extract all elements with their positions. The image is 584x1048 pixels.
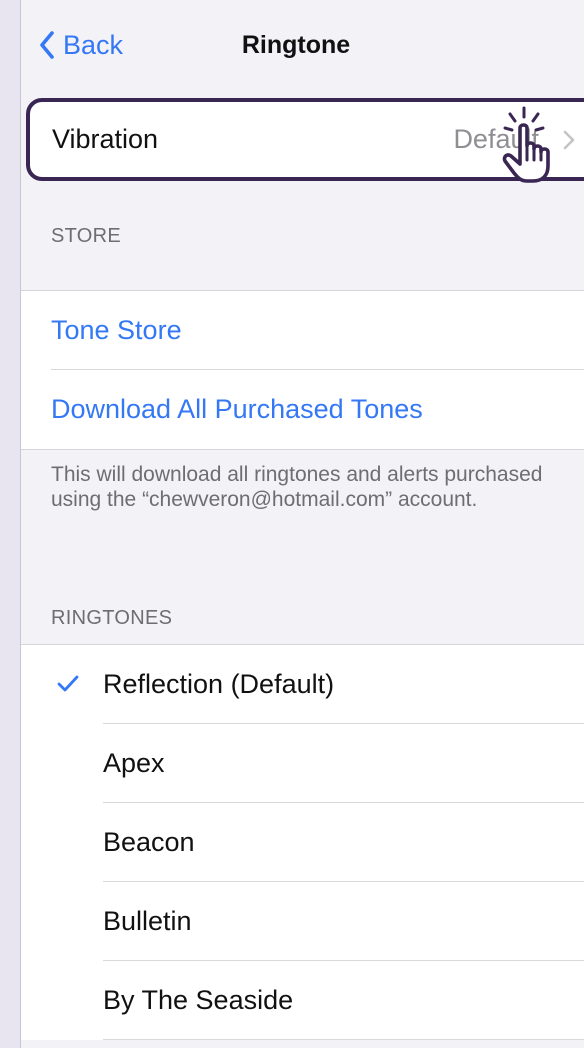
ringtone-row[interactable]: Apex — [21, 724, 584, 803]
ringtone-label: Bulletin — [103, 906, 192, 936]
hand-pointer-icon — [502, 106, 550, 183]
download-all-label: Download All Purchased Tones — [51, 394, 423, 424]
ringtones-section-header: RINGTONES — [51, 607, 173, 629]
store-group: Tone Store Download All Purchased Tones — [21, 290, 584, 450]
download-all-row[interactable]: Download All Purchased Tones — [21, 370, 584, 449]
page-title: Ringtone — [21, 28, 584, 62]
store-section-header: STORE — [51, 225, 122, 247]
vibration-label: Vibration — [52, 124, 159, 154]
page-title-text: Ringtone — [241, 31, 351, 59]
tone-store-row[interactable]: Tone Store — [21, 291, 584, 370]
navigation-bar: Back Ringtone — [21, 0, 584, 90]
ringtone-screen: Back Ringtone Vibration Default STORE To… — [20, 0, 584, 1048]
row-divider — [103, 1039, 584, 1040]
ringtone-label: By The Seaside — [103, 985, 294, 1015]
store-footer-note: This will download all ringtones and ale… — [51, 463, 543, 511]
chevron-right-icon — [563, 130, 575, 150]
ringtones-group: Reflection (Default) Apex Beacon Bulleti… — [21, 644, 584, 1040]
ringtone-label: Apex — [103, 748, 165, 778]
checkmark-icon — [57, 675, 79, 692]
ringtone-label: Reflection (Default) — [103, 669, 335, 699]
ringtone-row[interactable]: Bulletin — [21, 882, 584, 961]
ringtone-row[interactable]: Reflection (Default) — [21, 645, 584, 724]
ringtone-row[interactable]: By The Seaside — [21, 961, 584, 1040]
ringtone-row[interactable]: Beacon — [21, 803, 584, 882]
tone-store-label: Tone Store — [51, 315, 182, 345]
ringtone-label: Beacon — [103, 827, 195, 857]
